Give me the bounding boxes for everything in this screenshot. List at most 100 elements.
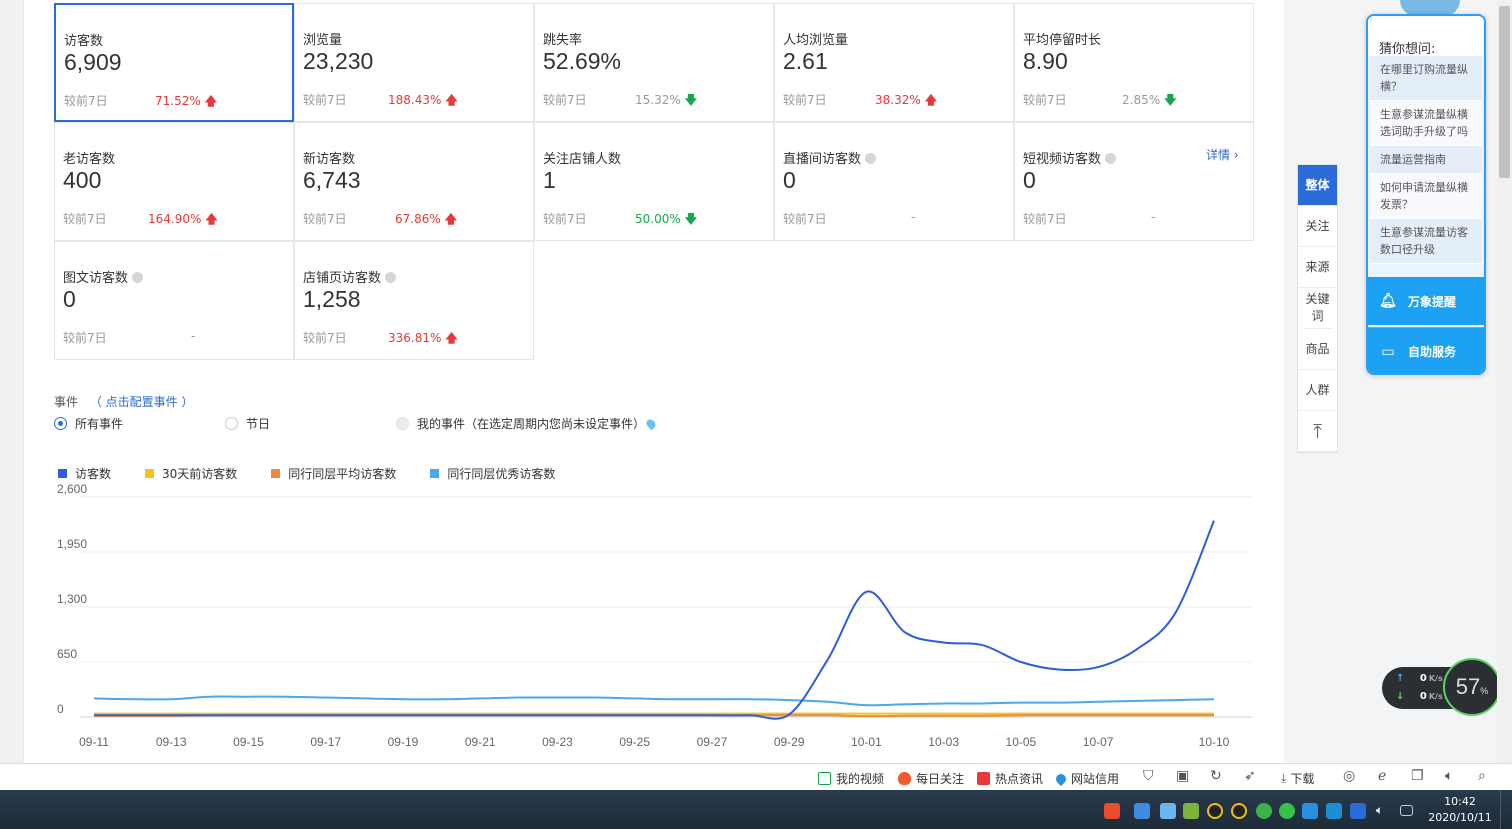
system-clock[interactable]: 10:42 2020/10/11 xyxy=(1425,794,1495,826)
tray-app-icon[interactable] xyxy=(1160,803,1176,819)
metric-title: 直播间访客数 xyxy=(783,148,877,167)
show-desktop-button[interactable] xyxy=(1500,790,1512,829)
daily-focus-link[interactable]: 每日关注 xyxy=(898,770,964,787)
legend-peer-avg[interactable]: 同行同层平均访客数 xyxy=(271,465,396,482)
legend-peer-top[interactable]: 同行同层优秀访客数 xyxy=(430,465,555,482)
side-tab-follow[interactable]: 关注 xyxy=(1298,206,1337,247)
radio-holiday[interactable]: 节日 xyxy=(225,415,270,432)
download-icon: ⤓ xyxy=(1281,771,1287,785)
info-icon[interactable] xyxy=(132,272,144,283)
metric-card[interactable]: 老访客数 400 较前7日 164.90% 🡅 xyxy=(54,122,294,241)
radio-icon[interactable] xyxy=(225,417,238,430)
arrow-up-icon: ↑ xyxy=(1396,673,1405,684)
upload-value: 0 xyxy=(1419,673,1427,684)
alert-button[interactable]: 🔔︎ 万象提醒 xyxy=(1368,277,1484,325)
metric-card[interactable]: 人均浏览量 2.61 较前7日 38.32% 🡅 xyxy=(774,3,1014,122)
metric-value: 1,258 xyxy=(303,286,361,312)
rocket-icon[interactable]: ➶ xyxy=(1244,768,1256,784)
metric-change: 188.43% 🡅 xyxy=(388,91,458,112)
info-icon[interactable] xyxy=(385,272,397,283)
legend-swatch xyxy=(430,469,440,478)
security-icon[interactable] xyxy=(1350,803,1366,819)
arrow-down-icon: 🡇 xyxy=(684,93,698,107)
metric-card[interactable]: 店铺页访客数 1,258 较前7日 336.81% 🡅 xyxy=(294,241,534,360)
tray-app-icon[interactable] xyxy=(1302,803,1318,819)
tray-app-icon[interactable] xyxy=(1183,803,1199,819)
sogou-input-icon[interactable] xyxy=(1104,803,1120,819)
arrow-up-icon: 🡅 xyxy=(205,212,218,226)
metric-change: 38.32% 🡅 xyxy=(875,91,937,112)
metric-card[interactable]: 访客数 6,909 较前7日 71.52% 🡅 xyxy=(54,3,294,122)
side-tab-product[interactable]: 商品 xyxy=(1298,329,1337,370)
metric-compare-label: 较前7日 xyxy=(63,212,107,226)
radio-icon[interactable] xyxy=(54,417,67,430)
y-tick-label: 0 xyxy=(57,702,64,716)
self-service-button[interactable]: ▭ 自助服务 xyxy=(1368,327,1484,373)
assistant-question[interactable]: 在哪里订购流量纵横？ xyxy=(1370,56,1482,101)
info-icon[interactable] xyxy=(865,153,877,164)
metric-card[interactable]: 浏览量 23,230 较前7日 188.43% 🡅 xyxy=(294,3,534,122)
network-icon[interactable] xyxy=(1400,805,1413,816)
bell-icon: 🔔︎ xyxy=(1379,293,1397,309)
metric-value: 23,230 xyxy=(303,48,374,74)
back-to-top-icon[interactable]: ⤒ xyxy=(1298,411,1337,452)
assistant-question[interactable]: 流量运营指南 xyxy=(1370,146,1482,174)
hot-news-link[interactable]: 热点资讯 xyxy=(977,770,1043,787)
memory-usage-gauge[interactable]: 57% xyxy=(1443,658,1501,716)
glasses-icon[interactable]: ◎ xyxy=(1343,768,1355,784)
metric-card[interactable]: 短视频访客数 0 较前7日 - xyxy=(1014,122,1254,241)
refresh-icon[interactable]: ↻ xyxy=(1210,768,1222,784)
qq-icon[interactable] xyxy=(1231,803,1247,819)
chat-icon: ▭ xyxy=(1381,343,1395,360)
legend-visitors[interactable]: 访客数 xyxy=(58,465,111,482)
speaker-icon[interactable]: 🔈︎ xyxy=(1376,803,1392,819)
legend-30days[interactable]: 30天前访客数 xyxy=(145,465,237,482)
status-label: 热点资讯 xyxy=(995,772,1044,786)
scroll-thumb[interactable] xyxy=(1499,6,1510,178)
zoom-icon[interactable]: ⌕ xyxy=(1478,768,1486,784)
tray-app-icon[interactable] xyxy=(1256,803,1272,819)
site-credit-link[interactable]: 网站信用 xyxy=(1053,770,1119,787)
metric-card[interactable]: 关注店铺人数 1 较前7日 50.00% 🡇 xyxy=(534,122,774,241)
metric-change-value: 2.85% xyxy=(1122,93,1161,107)
page-scrollbar[interactable] xyxy=(1497,0,1512,763)
metric-card[interactable]: 直播间访客数 0 较前7日 - xyxy=(774,122,1014,241)
metric-title: 人均浏览量 xyxy=(783,33,849,48)
radio-all-events[interactable]: 所有事件 xyxy=(54,415,123,432)
browser-icon[interactable]: ℯ xyxy=(1378,768,1386,784)
download-link[interactable]: ⤓ 下载 xyxy=(1281,770,1314,787)
metric-card[interactable]: 跳失率 52.69% 较前7日 15.32% 🡇 xyxy=(534,3,774,122)
side-tab-source[interactable]: 来源 xyxy=(1298,247,1337,288)
metric-change-value: - xyxy=(911,210,916,224)
detail-link[interactable]: 详情 › xyxy=(1206,146,1239,163)
assistant-question[interactable]: 如何申请流量纵横发票？ xyxy=(1370,174,1482,219)
qq-icon[interactable] xyxy=(1207,803,1223,819)
x-tick-label: 10-03 xyxy=(928,735,959,749)
metric-card[interactable]: 图文访客数 0 较前7日 - xyxy=(54,241,294,360)
metric-value: 0 xyxy=(1023,167,1036,193)
chart-legend: 访客数 30天前访客数 同行同层平均访客数 同行同层优秀访客数 xyxy=(58,465,589,482)
tray-app-icon[interactable] xyxy=(1326,803,1342,819)
clock-date: 2020/10/11 xyxy=(1428,811,1492,824)
assistant-question[interactable]: 生意参谋流量纵横选词助手升级了吗 xyxy=(1370,101,1482,146)
tray-app-icon[interactable] xyxy=(1134,803,1150,819)
side-tab-crowd[interactable]: 人群 xyxy=(1298,370,1337,411)
x-tick-label: 09-21 xyxy=(465,735,496,749)
metric-card[interactable]: 平均停留时长 8.90 较前7日 2.85% 🡇 xyxy=(1014,3,1254,122)
drop-icon xyxy=(1053,771,1069,786)
wechat-icon[interactable] xyxy=(1279,803,1295,819)
volume-icon[interactable]: 🔈︎ xyxy=(1445,768,1453,784)
image-icon[interactable]: ▣ xyxy=(1176,768,1189,784)
my-videos-link[interactable]: 我的视频 xyxy=(818,770,884,787)
x-tick-label: 09-11 xyxy=(79,735,109,749)
config-events-link[interactable]: （ 点击配置事件 ） xyxy=(90,395,194,409)
shield-icon[interactable]: ⛉ xyxy=(1143,768,1154,784)
legend-label: 同行同层优秀访客数 xyxy=(447,467,556,481)
info-icon[interactable] xyxy=(1105,153,1117,164)
window-icon[interactable]: ❐ xyxy=(1411,768,1424,784)
metric-card[interactable]: 新访客数 6,743 较前7日 67.86% 🡅 xyxy=(294,122,534,241)
side-tab-keyword[interactable]: 关键词 xyxy=(1303,288,1332,329)
side-tab-overall[interactable]: 整体 xyxy=(1298,165,1337,206)
metric-value: 2.61 xyxy=(783,48,828,74)
assistant-question[interactable]: 生意参谋流量访客数口径升级 xyxy=(1370,219,1482,264)
